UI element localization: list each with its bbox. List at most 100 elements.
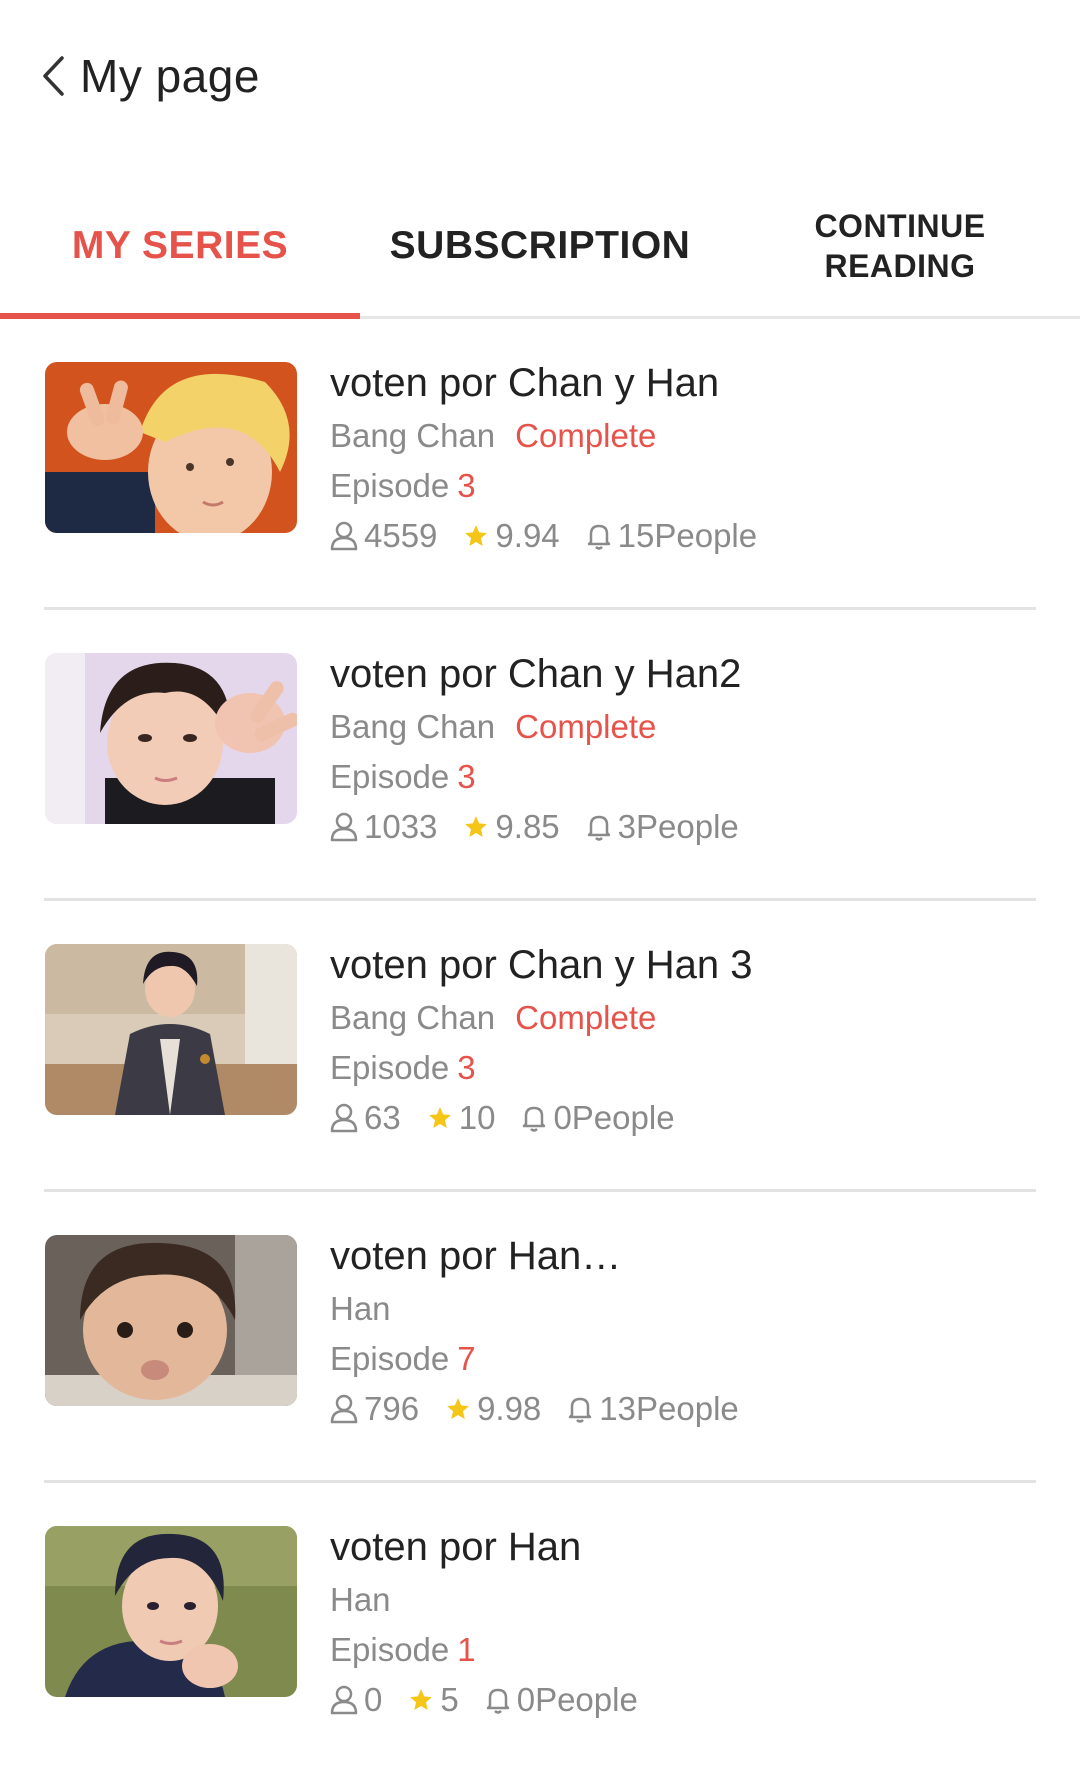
series-episode: Episode 7 bbox=[330, 1334, 1040, 1384]
series-stats: 0 5 0People bbox=[330, 1675, 1040, 1725]
series-thumbnail bbox=[45, 1526, 297, 1697]
views-count: 0 bbox=[364, 1681, 383, 1718]
header: My page bbox=[0, 0, 1080, 160]
person-icon bbox=[330, 521, 364, 551]
series-author: Han bbox=[330, 1290, 391, 1327]
series-author: Bang Chan bbox=[330, 708, 496, 745]
series-stats: 1033 9.85 3People bbox=[330, 802, 1040, 852]
chevron-left-icon bbox=[40, 55, 66, 97]
subscribers-stat: 15People bbox=[586, 517, 757, 555]
rating-stat: 10 bbox=[427, 1099, 496, 1137]
series-status: Complete bbox=[515, 999, 657, 1036]
subscribers-stat: 0People bbox=[521, 1099, 675, 1137]
series-item[interactable]: voten por Chan y Han Bang Chan Complete E… bbox=[0, 319, 1080, 610]
series-meta: Bang Chan Complete bbox=[330, 411, 1040, 461]
rating-value: 9.98 bbox=[477, 1390, 542, 1427]
bell-icon bbox=[586, 813, 618, 841]
subscribers-count: 13People bbox=[599, 1390, 739, 1427]
views-count: 1033 bbox=[364, 808, 438, 845]
series-item[interactable]: voten por Chan y Han2 Bang Chan Complete … bbox=[0, 610, 1080, 901]
episode-number: 3 bbox=[457, 467, 476, 504]
tab-subscription[interactable]: SUBSCRIPTION bbox=[360, 175, 720, 316]
series-author: Han bbox=[330, 1581, 391, 1618]
episode-label: Episode bbox=[330, 758, 450, 795]
series-author: Bang Chan bbox=[330, 999, 496, 1036]
series-info: voten por Chan y Han 3 Bang Chan Complete… bbox=[330, 937, 1040, 1143]
rating-stat: 5 bbox=[408, 1681, 459, 1719]
star-icon bbox=[445, 1396, 477, 1422]
episode-number: 1 bbox=[457, 1631, 476, 1668]
bell-icon bbox=[485, 1686, 517, 1714]
subscribers-count: 0People bbox=[516, 1681, 638, 1718]
series-title: voten por Chan y Han bbox=[330, 361, 720, 405]
back-button[interactable]: My page bbox=[40, 44, 260, 108]
series-episode: Episode 1 bbox=[330, 1625, 1040, 1675]
episode-label: Episode bbox=[330, 1631, 450, 1668]
views-stat: 1033 bbox=[330, 808, 437, 846]
page-title: My page bbox=[80, 50, 260, 102]
series-stats: 796 9.98 13People bbox=[330, 1384, 1040, 1434]
views-count: 63 bbox=[364, 1099, 401, 1136]
tab-my-series[interactable]: MY SERIES bbox=[0, 175, 360, 316]
series-title: voten por Han bbox=[330, 1525, 582, 1569]
episode-label: Episode bbox=[330, 467, 450, 504]
series-stats: 4559 9.94 15People bbox=[330, 511, 1040, 561]
series-info: voten por Chan y Han Bang Chan Complete E… bbox=[330, 355, 1040, 561]
series-thumbnail bbox=[45, 1235, 297, 1406]
subscribers-stat: 3People bbox=[586, 808, 739, 846]
series-info: voten por Han Han Episode 1 0 5 0People bbox=[330, 1519, 1040, 1725]
series-meta: Han bbox=[330, 1284, 1040, 1334]
episode-number: 7 bbox=[457, 1340, 476, 1377]
rating-value: 5 bbox=[440, 1681, 459, 1718]
series-item[interactable]: voten por Han Han Episode 1 0 5 0People bbox=[0, 1483, 1080, 1774]
series-status: Complete bbox=[515, 417, 657, 454]
bell-icon bbox=[567, 1395, 599, 1423]
rating-stat: 9.98 bbox=[445, 1390, 541, 1428]
series-title: voten por Han… bbox=[330, 1234, 622, 1278]
tab-bar: MY SERIES SUBSCRIPTION CONTINUE READING bbox=[0, 175, 1080, 319]
series-item[interactable]: voten por Chan y Han 3 Bang Chan Complete… bbox=[0, 901, 1080, 1192]
views-count: 4559 bbox=[364, 517, 438, 554]
series-episode: Episode 3 bbox=[330, 461, 1040, 511]
rating-value: 9.94 bbox=[495, 517, 560, 554]
episode-label: Episode bbox=[330, 1049, 450, 1086]
rating-stat: 9.94 bbox=[463, 517, 560, 555]
series-status: Complete bbox=[515, 708, 657, 745]
series-episode: Episode 3 bbox=[330, 752, 1040, 802]
series-info: voten por Han… Han Episode 7 796 9.98 13P… bbox=[330, 1228, 1040, 1434]
star-icon bbox=[408, 1687, 440, 1713]
person-icon bbox=[330, 1394, 364, 1424]
series-thumbnail bbox=[45, 362, 297, 533]
series-title: voten por Chan y Han2 bbox=[330, 652, 742, 696]
star-icon bbox=[463, 814, 495, 840]
views-stat: 63 bbox=[330, 1099, 401, 1137]
series-meta: Han bbox=[330, 1575, 1040, 1625]
series-meta: Bang Chan Complete bbox=[330, 702, 1040, 752]
views-stat: 0 bbox=[330, 1681, 382, 1719]
person-icon bbox=[330, 1103, 364, 1133]
rating-value: 9.85 bbox=[495, 808, 560, 845]
subscribers-count: 0People bbox=[553, 1099, 675, 1136]
series-episode: Episode 3 bbox=[330, 1043, 1040, 1093]
series-info: voten por Chan y Han2 Bang Chan Complete … bbox=[330, 646, 1040, 852]
series-title: voten por Chan y Han 3 bbox=[330, 943, 753, 987]
series-item[interactable]: voten por Han… Han Episode 7 796 9.98 13P… bbox=[0, 1192, 1080, 1483]
series-author: Bang Chan bbox=[330, 417, 496, 454]
bell-icon bbox=[521, 1104, 553, 1132]
series-stats: 63 10 0People bbox=[330, 1093, 1040, 1143]
subscribers-stat: 0People bbox=[485, 1681, 638, 1719]
rating-value: 10 bbox=[458, 1099, 496, 1136]
episode-number: 3 bbox=[457, 758, 476, 795]
tab-continue-reading[interactable]: CONTINUE READING bbox=[720, 175, 1080, 316]
person-icon bbox=[330, 812, 364, 842]
views-stat: 4559 bbox=[330, 517, 437, 555]
series-thumbnail bbox=[45, 653, 297, 824]
episode-number: 3 bbox=[457, 1049, 476, 1086]
star-icon bbox=[427, 1105, 459, 1131]
views-count: 796 bbox=[364, 1390, 420, 1427]
episode-label: Episode bbox=[330, 1340, 450, 1377]
star-icon bbox=[463, 523, 495, 549]
views-stat: 796 bbox=[330, 1390, 419, 1428]
subscribers-count: 3People bbox=[617, 808, 739, 845]
series-meta: Bang Chan Complete bbox=[330, 993, 1040, 1043]
